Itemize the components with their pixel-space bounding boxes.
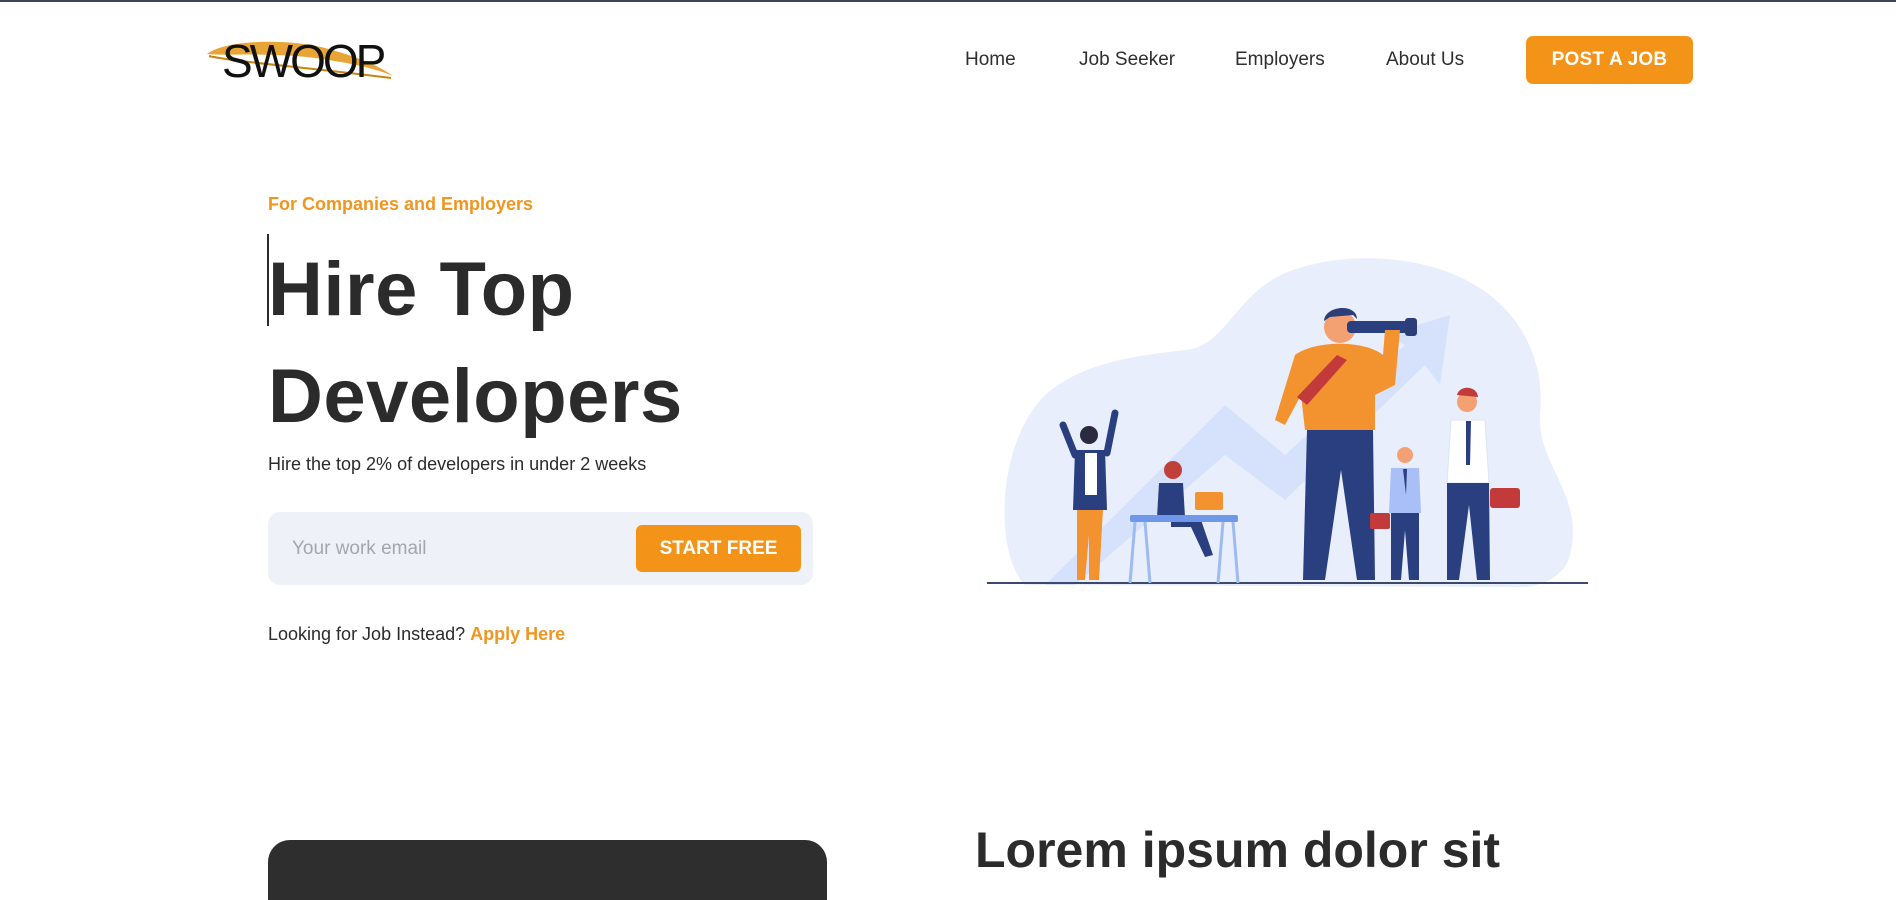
apply-here-link[interactable]: Apply Here	[470, 624, 565, 644]
work-email-input[interactable]	[292, 530, 612, 568]
nav-home-link[interactable]: Home	[965, 47, 1016, 73]
email-signup-form: START FREE	[268, 512, 813, 585]
section-title: Lorem ipsum dolor sit	[975, 822, 1501, 878]
hero-title: Hire Top Developers	[268, 247, 683, 439]
hiring-team-illustration	[987, 258, 1588, 587]
start-free-button[interactable]: START FREE	[636, 525, 801, 572]
nav-employers-link[interactable]: Employers	[1235, 47, 1325, 73]
dark-feature-card	[268, 840, 827, 900]
nav-about-us-link[interactable]: About Us	[1386, 47, 1464, 73]
job-prompt-text: Looking for Job Instead?	[268, 624, 466, 644]
window-top-border	[0, 0, 1896, 2]
post-a-job-button[interactable]: POST A JOB	[1526, 36, 1693, 84]
hero-subtitle: Hire the top 2% of developers in under 2…	[268, 454, 647, 474]
hero-eyebrow: For Companies and Employers	[268, 194, 534, 214]
job-seeker-prompt: Looking for Job Instead? Apply Here	[268, 622, 565, 646]
nav-job-seeker-link[interactable]: Job Seeker	[1079, 47, 1175, 73]
